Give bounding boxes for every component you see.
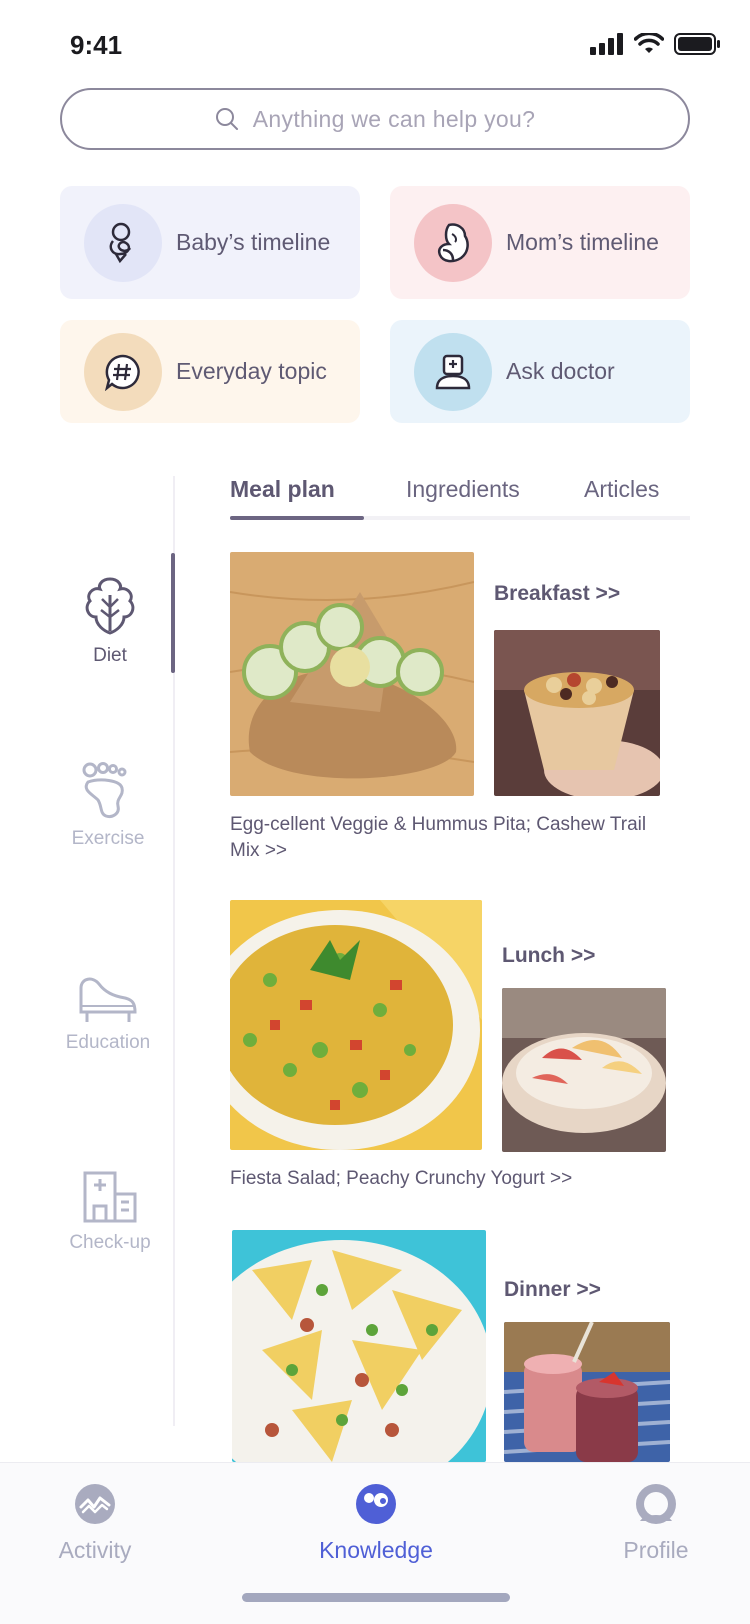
bottom-nav-knowledge-label: Knowledge	[319, 1537, 433, 1563]
mom-timeline-card[interactable]: Mom’s timeline	[390, 186, 690, 299]
side-nav-diet[interactable]: Diet	[50, 575, 170, 667]
side-nav-checkup-label: Check-up	[69, 1232, 151, 1253]
breakfast-side-image[interactable]	[494, 630, 660, 796]
wifi-icon	[634, 33, 664, 53]
side-nav-checkup[interactable]: Check-up	[50, 1170, 170, 1254]
pregnant-mom-icon	[438, 222, 469, 262]
everyday-topic-label: Everyday topic	[176, 358, 327, 384]
side-nav-exercise-label: Exercise	[71, 828, 145, 849]
battery-icon	[674, 33, 720, 55]
search-bar[interactable]: Anything we can help you?	[60, 88, 690, 150]
mom-timeline-label: Mom’s timeline	[506, 229, 659, 255]
status-icons	[590, 33, 720, 55]
tab-active-underline	[230, 516, 364, 520]
search-input[interactable]: Anything we can help you?	[253, 106, 535, 133]
breakfast-main-image[interactable]	[230, 552, 474, 796]
side-nav-diet-label: Diet	[93, 645, 127, 666]
baby-timeline-label: Baby’s timeline	[176, 229, 331, 255]
hashtag-chat-icon	[104, 354, 140, 391]
tab-ingredients[interactable]: Ingredients	[406, 476, 520, 503]
home-indicator	[242, 1593, 510, 1602]
bottom-nav-activity[interactable]: Activity	[15, 1483, 175, 1564]
breakfast-description[interactable]: Egg-cellent Veggie & Hummus Pita; Cashew…	[230, 812, 660, 864]
footprint-icon	[82, 762, 127, 818]
bottom-nav-activity-label: Activity	[58, 1537, 132, 1563]
bottom-nav-profile-label: Profile	[623, 1537, 689, 1563]
dinner-main-image[interactable]	[232, 1230, 486, 1462]
tab-meal-plan[interactable]: Meal plan	[230, 476, 335, 503]
dinner-heading[interactable]: Dinner >>	[504, 1278, 601, 1302]
activity-icon	[75, 1484, 115, 1524]
lunch-side-image[interactable]	[502, 988, 666, 1152]
side-nav-active-indicator	[171, 553, 175, 673]
side-nav-education[interactable]: Education	[48, 972, 168, 1054]
side-nav-exercise[interactable]: Exercise	[48, 762, 168, 850]
everyday-topic-card[interactable]: Everyday topic	[60, 320, 360, 423]
status-time: 9:41	[70, 30, 123, 60]
content-tabs: Meal plan Ingredients Articles	[230, 476, 690, 520]
ask-doctor-card[interactable]: Ask doctor	[390, 320, 690, 423]
bottom-nav-profile[interactable]: Profile	[576, 1483, 736, 1564]
lettuce-icon	[85, 577, 135, 635]
baby-timeline-card[interactable]: Baby’s timeline	[60, 186, 360, 299]
side-nav-education-label: Education	[65, 1032, 151, 1053]
dinner-side-image[interactable]	[504, 1322, 670, 1462]
piano-icon	[79, 977, 137, 1022]
knowledge-icon	[356, 1484, 396, 1524]
doctor-icon	[435, 354, 471, 389]
baby-icon	[109, 222, 132, 263]
signal-icon	[590, 33, 623, 55]
hospital-icon	[83, 1171, 137, 1223]
tab-articles[interactable]: Articles	[584, 476, 659, 503]
breakfast-heading[interactable]: Breakfast >>	[494, 582, 620, 606]
bottom-nav-knowledge[interactable]: Knowledge	[296, 1483, 456, 1564]
lunch-heading[interactable]: Lunch >>	[502, 944, 595, 968]
lunch-main-image[interactable]	[230, 900, 482, 1150]
profile-icon	[636, 1484, 676, 1524]
lunch-description[interactable]: Fiesta Salad; Peachy Crunchy Yogurt >>	[230, 1166, 660, 1192]
search-icon	[215, 108, 238, 130]
ask-doctor-label: Ask doctor	[506, 358, 615, 384]
